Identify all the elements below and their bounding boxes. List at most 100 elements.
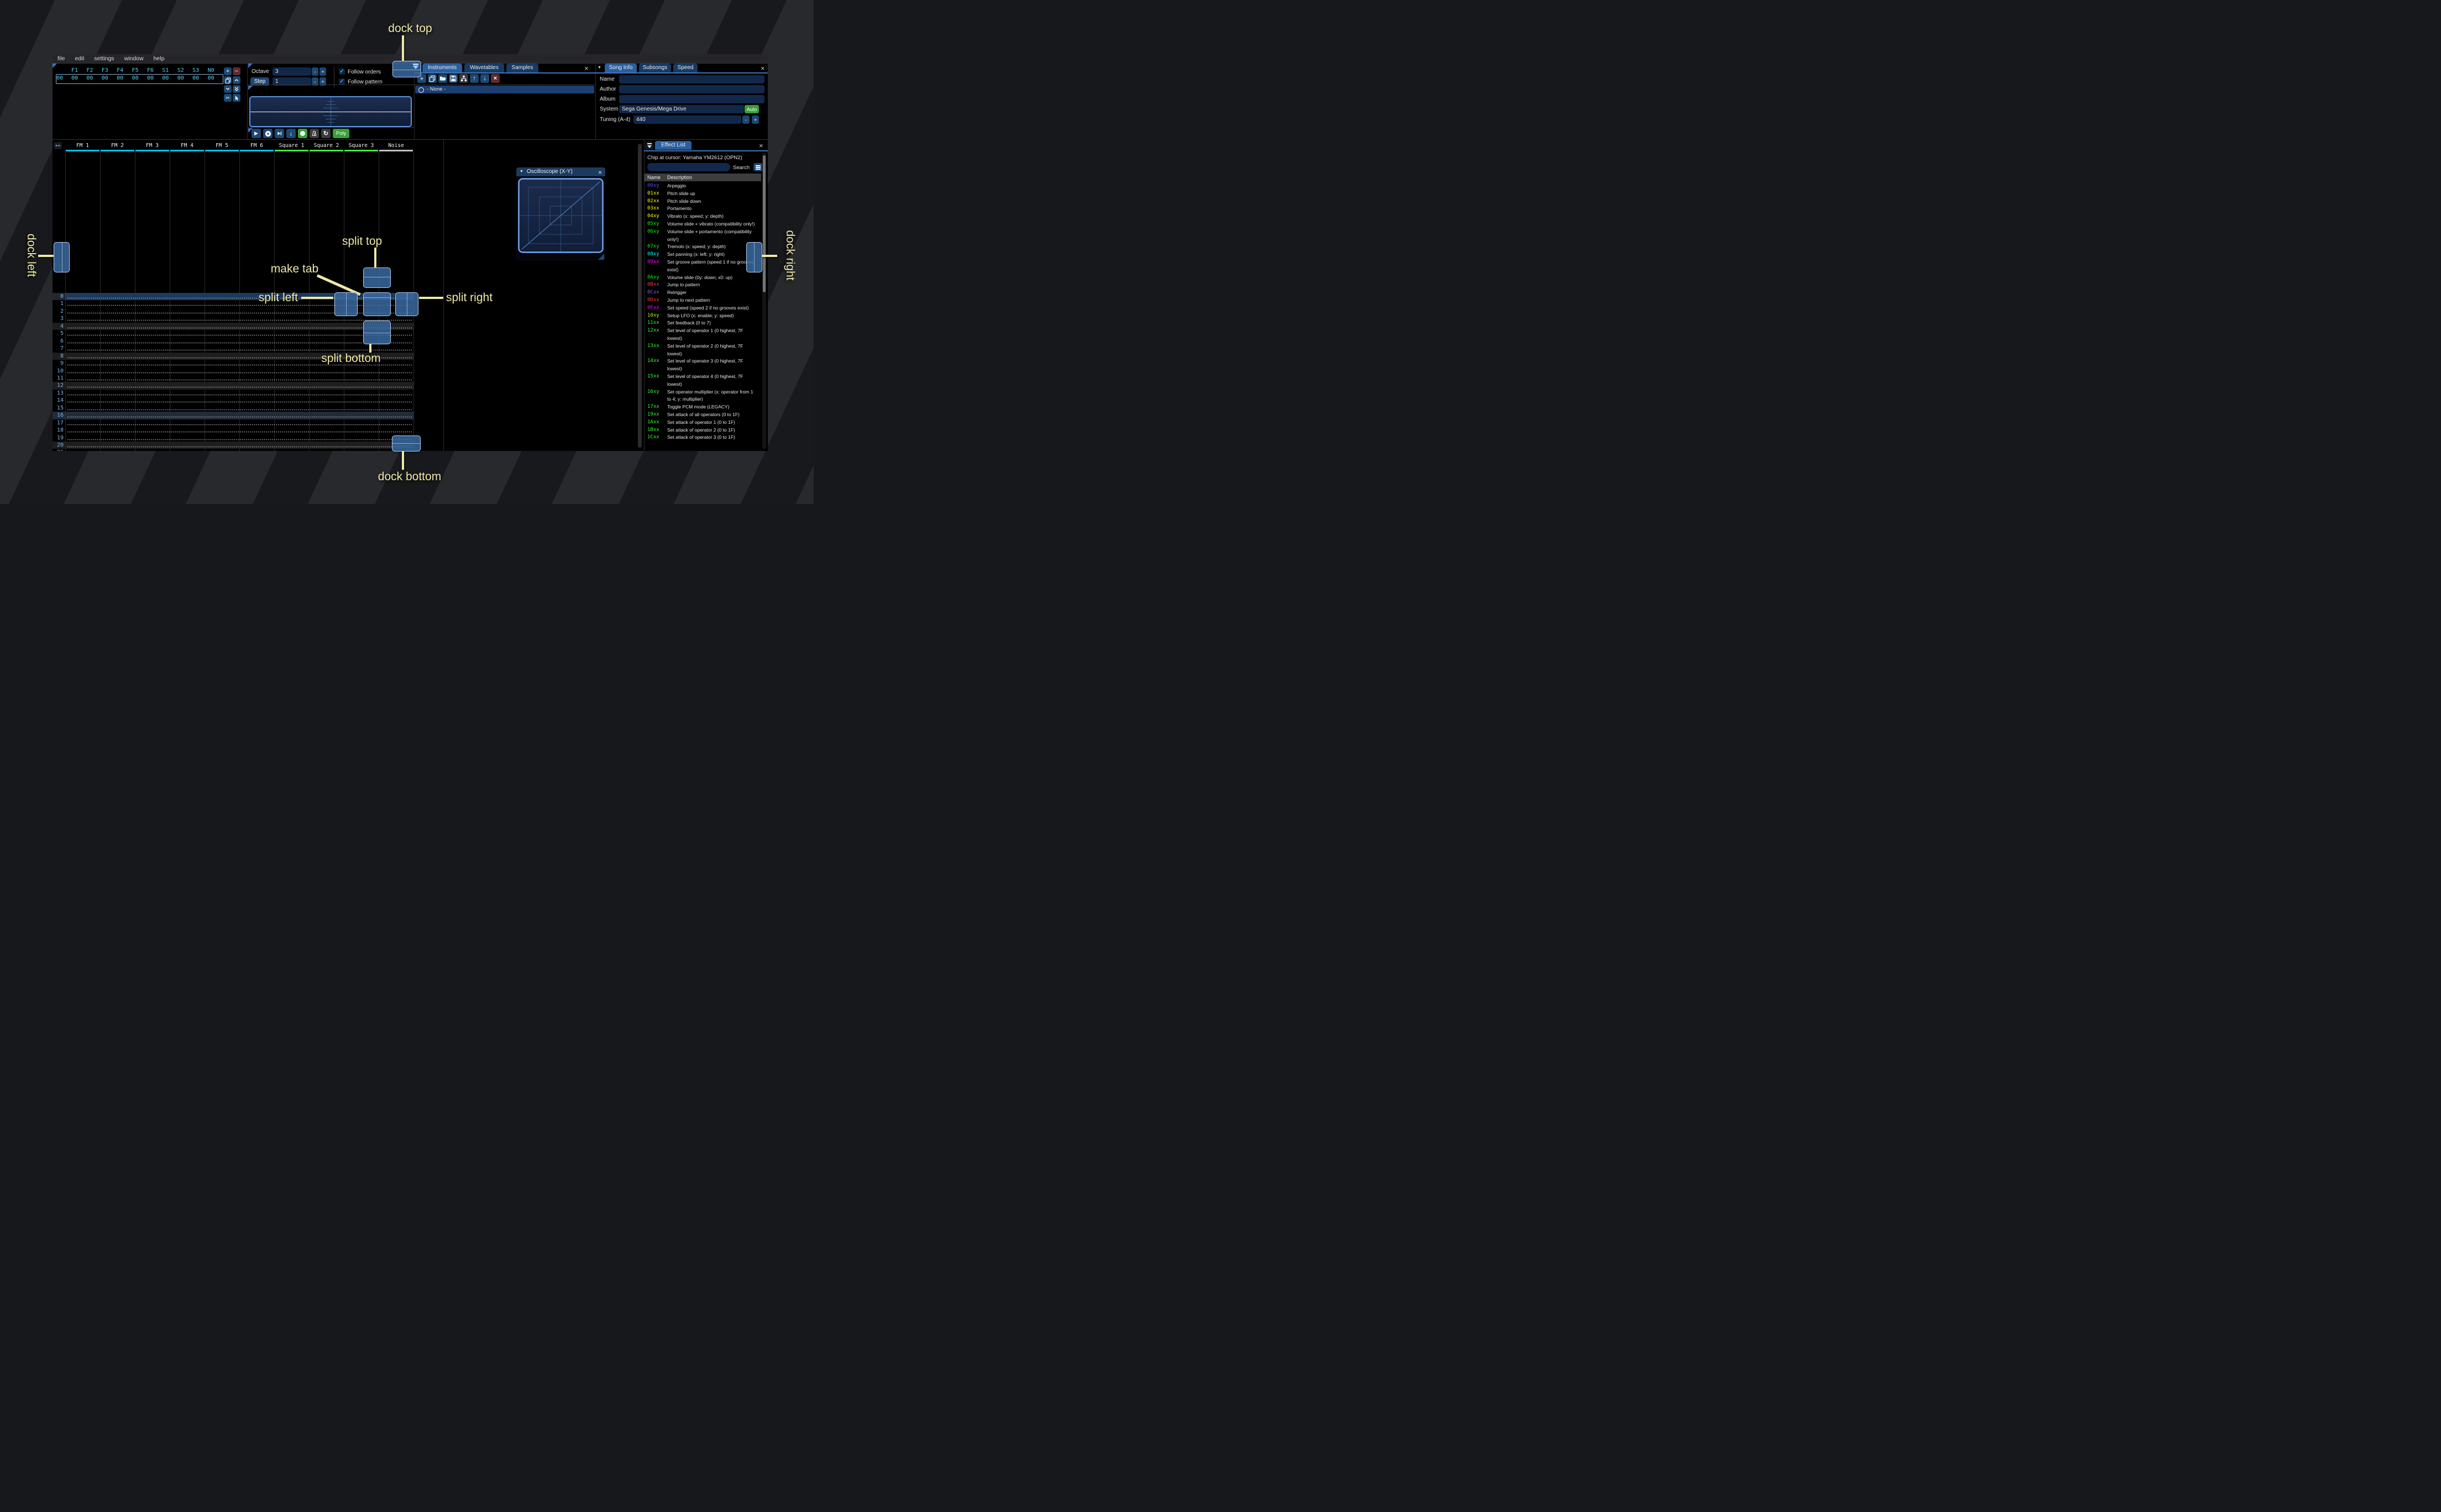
dock-bottom-target[interactable] [392, 435, 421, 452]
pattern-row[interactable]: 17 [53, 419, 443, 427]
order-deep-clone-button[interactable]: ✂ [224, 94, 232, 102]
channel-header-square-1[interactable]: Square 1 [274, 142, 309, 149]
channel-header-square-3[interactable]: Square 3 [344, 142, 379, 149]
scrollbar-thumb[interactable] [763, 155, 766, 292]
order-move-down-button[interactable] [224, 85, 232, 93]
instrument-move-up-button[interactable]: ↑ [470, 74, 479, 83]
metronome-button[interactable] [310, 129, 319, 138]
instrument-list-item[interactable]: - None - [415, 86, 594, 93]
pattern-row[interactable]: 10 [53, 368, 443, 375]
menu-settings[interactable]: settings [89, 55, 119, 62]
oscilloscope-xy-window[interactable]: ▼ Oscilloscope (X-Y) × [516, 167, 605, 261]
pattern-row[interactable]: 20 [53, 442, 443, 449]
window-collapse-icon[interactable]: ▼ [520, 167, 523, 176]
song-info-collapse-icon[interactable]: ▼ [598, 66, 601, 70]
pattern-row[interactable]: 15 [53, 405, 443, 412]
effect-row[interactable]: 02xx Pitch slide down [644, 198, 761, 206]
effect-row[interactable]: 12xx Set level of operator 1 (0 highest, … [644, 327, 761, 343]
effect-row[interactable]: 07xy Tremolo (x: speed; y: depth) [644, 243, 761, 251]
octave-input[interactable]: 3 [273, 67, 311, 76]
effect-row[interactable]: 01xx Pitch slide up [644, 190, 761, 198]
instrument-move-down-button[interactable]: ↓ [480, 74, 489, 83]
pattern-row[interactable]: 12 [53, 382, 443, 390]
poly-mono-button[interactable]: Poly [333, 129, 349, 138]
pattern-row[interactable]: 21 [53, 449, 443, 451]
menu-help[interactable]: help [149, 55, 170, 62]
effect-row[interactable]: 16xy Set operator multiplier (x: operator… [644, 389, 761, 404]
dock-top-target[interactable] [392, 61, 421, 77]
effect-row[interactable]: 1Bxx Set attack of operator 2 (0 to 1F) [644, 427, 761, 434]
tab-wavetables[interactable]: Wavetables [464, 64, 504, 72]
effect-table-header[interactable]: Name Description [644, 174, 761, 181]
effect-row[interactable]: 17xx Toggle PCM mode (LEGACY) [644, 403, 761, 411]
order-remove-button[interactable]: − [233, 67, 240, 75]
octave-inc-button[interactable]: + [319, 67, 326, 76]
effect-row[interactable]: 0Dxx Jump to next pattern [644, 297, 761, 305]
effect-row[interactable]: 06xy Volume slide + portamento (compatibi… [644, 228, 761, 244]
effect-row[interactable]: 04xy Vibrato (x: speed; y: depth) [644, 213, 761, 221]
tuning-input[interactable]: 440 [633, 116, 741, 124]
effect-row[interactable]: 0Axy Volume slide (0y: down; x0: up) [644, 274, 761, 282]
split-right-target[interactable] [395, 292, 418, 316]
effect-row[interactable]: 0Bxx Jump to pattern [644, 281, 761, 289]
effect-row[interactable]: 03xx Portamento [644, 205, 761, 213]
order-edit-mode-button[interactable] [233, 94, 240, 102]
system-input[interactable]: Sega Genesis/Mega Drive [619, 105, 744, 113]
channel-header-fm-3[interactable]: FM 3 [135, 142, 170, 149]
pattern-row[interactable]: 14 [53, 397, 443, 404]
order-add-button[interactable]: + [224, 67, 232, 75]
effect-row[interactable]: 14xx Set level of operator 3 (0 highest, … [644, 358, 761, 373]
channel-header-fm-4[interactable]: FM 4 [170, 142, 205, 149]
tuning-inc-button[interactable]: + [752, 116, 759, 124]
play-one-row-button[interactable] [275, 129, 284, 138]
effect-row[interactable]: 0Fxx Set speed (speed 2 if no grooves exi… [644, 305, 761, 312]
dock-right-target[interactable] [746, 242, 762, 272]
instrument-save-button[interactable] [449, 74, 458, 83]
play-button[interactable]: ▶ [252, 129, 261, 138]
record-button[interactable] [298, 129, 307, 138]
effect-search-input[interactable] [647, 163, 730, 171]
pattern-row[interactable]: 16 [53, 412, 443, 419]
tab-speed[interactable]: Speed [673, 64, 698, 72]
octave-dec-button[interactable]: - [312, 67, 318, 76]
effect-list-menu-button[interactable] [753, 163, 763, 171]
menu-file[interactable]: file [53, 55, 70, 62]
step-row-button[interactable]: ↓ [286, 129, 296, 138]
effect-row[interactable]: 19xx Set attack of all operators (0 to 1F… [644, 411, 761, 419]
resize-grip[interactable] [598, 254, 604, 260]
tuning-dec-button[interactable]: - [742, 116, 750, 124]
tab-instruments[interactable]: Instruments [422, 64, 462, 72]
order-duplicate-button[interactable] [224, 76, 232, 84]
channel-header-fm-6[interactable]: FM 6 [239, 142, 274, 149]
play-from-beginning-button[interactable] [263, 129, 273, 138]
pattern-row[interactable]: 18 [53, 427, 443, 434]
pattern-row[interactable]: 7 [53, 345, 443, 352]
effect-row[interactable]: 10xy Setup LFO (x: enable; y: speed) [644, 312, 761, 320]
dockspace-scrollbar[interactable] [638, 144, 642, 448]
author-input[interactable] [619, 85, 764, 93]
menu-window[interactable]: window [119, 55, 149, 62]
follow-orders-checkbox[interactable]: ✓ [339, 69, 345, 75]
effect-row[interactable]: 11xx Set feedback (0 to 7) [644, 319, 761, 327]
channel-header-fm-1[interactable]: FM 1 [65, 142, 100, 149]
order-move-bottom-button[interactable] [233, 85, 240, 93]
effect-row[interactable]: 0Cxx Retrigger [644, 289, 761, 297]
song-info-close-icon[interactable]: × [761, 65, 765, 72]
channel-header-fm-5[interactable]: FM 5 [205, 142, 239, 149]
effect-list-close-icon[interactable]: × [759, 142, 763, 149]
order-move-up-button[interactable] [233, 76, 240, 84]
album-input[interactable] [619, 95, 764, 103]
effect-row[interactable]: 05xy Volume slide + vibrato (compatibilit… [644, 221, 761, 228]
pattern-row[interactable]: 13 [53, 390, 443, 397]
effect-row[interactable]: 08xy Set panning (x: left; y: right) [644, 251, 761, 259]
split-top-target[interactable] [363, 267, 391, 288]
add-channel-button[interactable]: ++ [54, 142, 62, 149]
window-close-icon[interactable]: × [598, 168, 602, 177]
oscilloscope-xy-titlebar[interactable]: ▼ Oscilloscope (X-Y) × [516, 167, 605, 176]
tab-samples[interactable]: Samples [506, 64, 538, 72]
effect-list-scrollbar[interactable] [762, 153, 766, 449]
effect-row[interactable]: 1Cxx Set attack of operator 3 (0 to 1F) [644, 434, 761, 442]
dock-left-target[interactable] [54, 242, 70, 272]
effect-row[interactable]: 13xx Set level of operator 2 (0 highest, … [644, 343, 761, 358]
effect-row[interactable]: 1Axx Set attack of operator 1 (0 to 1F) [644, 419, 761, 427]
